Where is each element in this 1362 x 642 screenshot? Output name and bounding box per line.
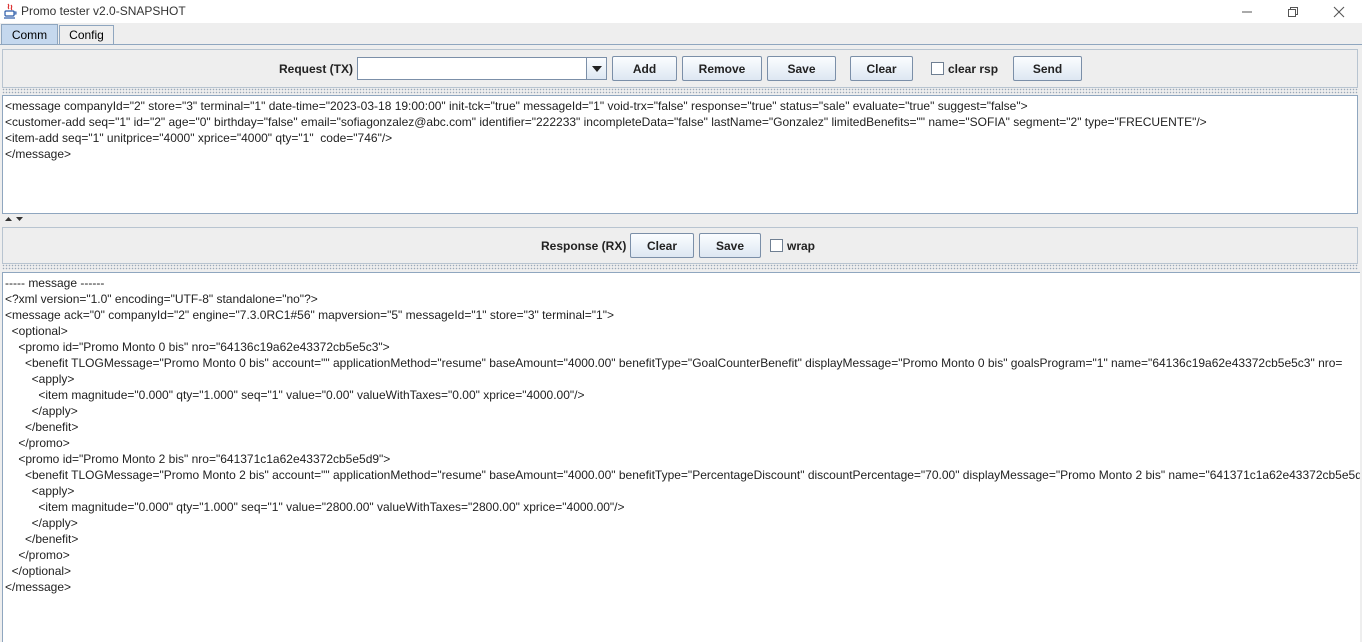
response-line: <?xml version="1.0" encoding="UTF-8" sta… — [5, 292, 318, 306]
response-line: ----- message ------ — [5, 276, 105, 290]
response-line: </benefit> — [5, 532, 79, 546]
send-button[interactable]: Send — [1013, 56, 1082, 81]
response-line: </optional> — [5, 564, 72, 578]
tab-strip — [0, 23, 1362, 44]
chevron-down-icon — [591, 65, 602, 72]
title-bar: Promo tester v2.0-SNAPSHOT — [0, 0, 1362, 23]
window-title: Promo tester v2.0-SNAPSHOT — [21, 4, 186, 18]
response-line: <promo id="Promo Monto 2 bis" nro="64137… — [5, 452, 391, 466]
response-line: <item magnitude="0.000" qty="1.000" seq=… — [5, 500, 625, 514]
request-line: </message> — [5, 147, 72, 161]
request-clear-button[interactable]: Clear — [850, 56, 913, 81]
minimize-button[interactable] — [1224, 0, 1270, 23]
response-save-button[interactable]: Save — [699, 233, 761, 258]
add-button[interactable]: Add — [612, 56, 677, 81]
response-textarea[interactable]: ----- message ------ <?xml version="1.0"… — [2, 272, 1360, 642]
close-icon — [1333, 6, 1345, 17]
response-label: Response (RX) — [541, 239, 627, 253]
response-line: <optional> — [5, 324, 68, 338]
wrap-label: wrap — [787, 239, 816, 253]
response-line: </promo> — [5, 436, 70, 450]
request-line: <customer-add seq="1" id="2" age="0" bir… — [5, 115, 1207, 129]
wrap-checkbox[interactable] — [770, 239, 783, 252]
response-line: </promo> — [5, 548, 70, 562]
response-line: <message ack="0" companyId="2" engine="7… — [5, 308, 614, 322]
response-line: </apply> — [5, 404, 78, 418]
request-label: Request (TX) — [279, 62, 354, 76]
response-line: <item magnitude="0.000" qty="1.000" seq=… — [5, 388, 585, 402]
minimize-icon — [1242, 11, 1252, 12]
request-save-button[interactable]: Save — [767, 56, 836, 81]
split-divider[interactable] — [0, 214, 1362, 226]
request-textarea[interactable]: <message companyId="2" store="3" termina… — [2, 95, 1358, 214]
response-clear-button[interactable]: Clear — [630, 233, 694, 258]
remove-button[interactable]: Remove — [682, 56, 762, 81]
response-line: <apply> — [5, 372, 75, 386]
clear-rsp-checkbox[interactable] — [931, 62, 944, 75]
response-line: <promo id="Promo Monto 0 bis" nro="64136… — [5, 340, 390, 354]
response-line: <benefit TLOGMessage="Promo Monto 0 bis"… — [5, 356, 1343, 370]
response-line: <apply> — [5, 484, 75, 498]
request-template-combo[interactable] — [357, 57, 607, 80]
clear-rsp-label: clear rsp — [948, 62, 999, 76]
request-toolbar — [2, 49, 1358, 88]
request-line: <message companyId="2" store="3" termina… — [5, 99, 1028, 113]
request-line: <item-add seq="1" unitprice="4000" xpric… — [5, 131, 393, 145]
tab-config[interactable]: Config — [59, 25, 114, 44]
combo-dropdown-button[interactable] — [586, 58, 606, 79]
response-line: </message> — [5, 580, 72, 594]
tab-comm[interactable]: Comm — [1, 24, 58, 44]
split-arrows-icon[interactable] — [3, 214, 25, 224]
response-separator — [2, 264, 1358, 270]
java-app-icon — [3, 3, 17, 19]
response-line: <benefit TLOGMessage="Promo Monto 2 bis"… — [5, 468, 1360, 482]
request-separator — [2, 88, 1358, 94]
restore-icon — [1288, 6, 1298, 17]
close-button[interactable] — [1316, 0, 1362, 23]
response-line: </apply> — [5, 516, 78, 530]
restore-button[interactable] — [1270, 0, 1316, 23]
response-line: </benefit> — [5, 420, 79, 434]
